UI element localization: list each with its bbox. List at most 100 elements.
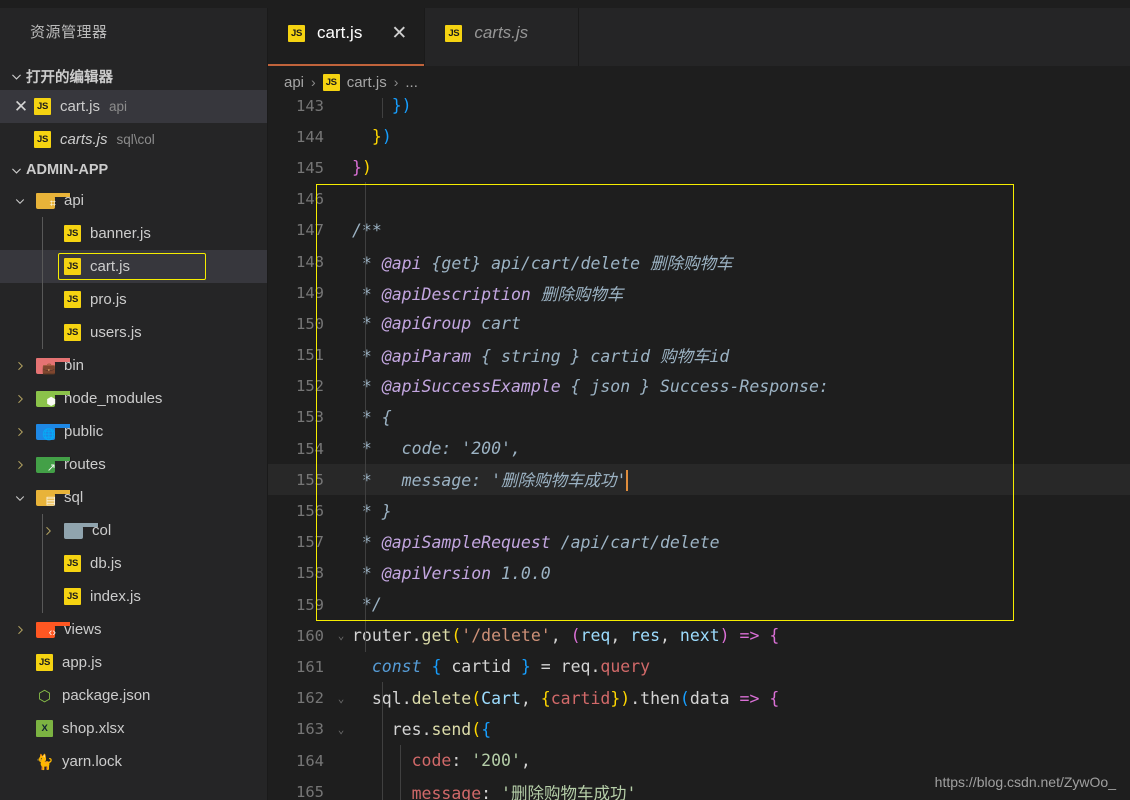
code-text: sql.delete(Cart, {cartid}).then(data => … [352,689,1130,708]
code-text: * @apiParam { string } cartid 购物车id [352,343,1130,367]
fold-chevron-icon[interactable]: ⌄ [330,692,352,705]
editor-tab-cart-js[interactable]: JS cart.js ✕ [268,0,426,66]
explorer-title: 资源管理器 [30,23,108,41]
text-cursor [626,470,629,492]
close-icon[interactable]: ✕ [8,96,34,118]
code-token: . [421,719,432,739]
tree-item-db-js[interactable]: JS db.js [0,547,267,580]
tree-item-index-js[interactable]: JS index.js [0,580,267,613]
chevron-right-icon [10,356,30,376]
chevron-right-icon [10,455,30,475]
code-token: ( [570,626,581,646]
tree-item-banner-js[interactable]: JS banner.js [0,217,267,250]
code-text: * @api {get} api/cart/delete 删除购物车 [352,250,1130,274]
fold-chevron-icon[interactable]: ⌄ [330,723,352,736]
line-number: 164 [296,751,324,770]
code-line[interactable]: 160 ⌄ router.get('/delete', (req, res, nex… [268,620,1130,651]
js-file-icon: JS [34,98,51,115]
code-token: }) [391,98,412,116]
breadcrumb-item[interactable]: api [284,74,304,91]
tree-item-package-json[interactable]: ⬡ package.json [0,679,267,712]
project-section-header[interactable]: ADMIN-APP [0,156,267,184]
code-text: code: '200', [352,751,1130,770]
tab-close-icon[interactable]: ✕ [388,22,410,44]
tree-item-sql[interactable]: ▤ sql [0,481,267,514]
excel-file-icon: X [36,720,53,737]
code-text: }) [352,98,1130,115]
code-token: {get} api/cart/delete 删除购物车 [421,253,733,273]
tree-item-app-js[interactable]: JS app.js [0,646,267,679]
code-line[interactable]: 146 [268,184,1130,215]
code-token: * [352,563,382,583]
open-editor-item[interactable]: JS carts.js sql\col [0,123,267,156]
code-line[interactable]: 158 * @apiVersion 1.0.0 [268,558,1130,589]
code-line[interactable]: 151 * @apiParam { string } cartid 购物车id [268,340,1130,371]
code-line[interactable]: 152 * @apiSuccessExample { json } Succes… [268,371,1130,402]
line-number: 165 [296,782,324,800]
code-line[interactable]: 156 * } [268,495,1130,526]
breadcrumb-item[interactable]: JS cart.js [322,73,387,91]
twistie-spacer [38,290,58,310]
yarn-lock-icon: 🐈 [35,753,54,771]
code-token: ( [451,626,462,646]
code-token: * code: '200', [352,439,521,459]
line-number: 154 [296,439,324,458]
code-line[interactable]: 154 * code: '200', [268,433,1130,464]
tree-item-yarn-lock[interactable]: 🐈 yarn.lock [0,745,267,778]
code-token: res [391,719,422,739]
chevron-right-icon: › [311,74,316,90]
code-line[interactable]: 164 code: '200', [268,745,1130,776]
code-indent-guide [365,182,366,652]
code-line[interactable]: 144 }) [268,121,1130,152]
tree-item-views[interactable]: ‹› views [0,613,267,646]
code-line[interactable]: 153 * { [268,402,1130,433]
tree-item-api[interactable]: ⌗ api [0,184,267,217]
open-editor-item[interactable]: ✕ JS cart.js api [0,90,267,123]
tree-item-col[interactable]: col [0,514,267,547]
code-text: * @apiSuccessExample { json } Success-Re… [352,377,1130,396]
tree-item-cart-js[interactable]: JS cart.js [0,250,267,283]
code-token: : [481,783,502,800]
tree-item-shop-xlsx[interactable]: Xshop.xlsx [0,712,267,745]
tree-item-pro-js[interactable]: JS pro.js [0,283,267,316]
twistie-spacer [10,653,30,673]
code-line[interactable]: 150 * @apiGroup cart [268,308,1130,339]
folder-public-icon: 🌐 [36,423,71,440]
line-number: 151 [296,346,324,365]
breadcrumb-label: api [284,73,305,91]
chevron-right-icon [10,389,30,409]
code-line[interactable]: 163 ⌄ res.send({ [268,714,1130,745]
code-line[interactable]: 155 * message: '删除购物车成功' [268,464,1130,496]
code-line[interactable]: 149 * @apiDescription 删除购物车 [268,277,1130,308]
code-token: * { [352,407,392,427]
js-file-icon: JS [64,555,81,572]
chevron-right-icon [38,521,58,541]
code-token: ) [620,688,631,708]
code-line[interactable]: 148 * @api {get} api/cart/delete 删除购物车 [268,246,1130,277]
tree-item-users-js[interactable]: JS users.js [0,316,267,349]
code-token: => [739,688,760,708]
tree-item-routes[interactable]: ↗ routes [0,448,267,481]
file-tree: ⌗ api JS banner.js JS cart.js JS pro.js JS users.… [0,184,267,778]
code-token: @apiGroup [381,314,472,334]
tree-item-public[interactable]: 🌐 public [0,415,267,448]
code-line[interactable]: 161 const { cartid } = req.query [268,651,1130,682]
fold-chevron-icon[interactable]: ⌄ [330,629,352,642]
code-token: 1.0.0 [491,563,551,583]
code-viewport[interactable]: 143 }) 144 }) 145}) 146 147/** 148 * @api {ge… [268,98,1130,800]
open-editor-file-name: cart.js [60,98,101,115]
tree-item-node-modules[interactable]: ⬢ node_modules [0,382,267,415]
editor-tab-carts-js[interactable]: JS carts.js [425,0,580,66]
open-editors-section-header[interactable]: 打开的编辑器 [0,62,267,90]
line-number: 163 [296,720,324,739]
code-line[interactable]: 147 /** [268,215,1130,246]
code-line[interactable]: 145}) [268,152,1130,183]
code-line[interactable]: 159 */ [268,589,1130,620]
code-line[interactable]: 157 * @apiSampleRequest /api/cart/delete [268,527,1130,558]
code-line[interactable]: 143 }) [268,98,1130,121]
tree-item-label: db.js [90,555,122,572]
tree-item-bin[interactable]: 💼 bin [0,349,267,382]
code-line[interactable]: 162 ⌄ sql.delete(Cart, {cartid}).then(dat… [268,683,1130,714]
breadcrumb-item[interactable]: ... [405,74,418,91]
breadcrumb-label: cart.js [346,73,387,91]
